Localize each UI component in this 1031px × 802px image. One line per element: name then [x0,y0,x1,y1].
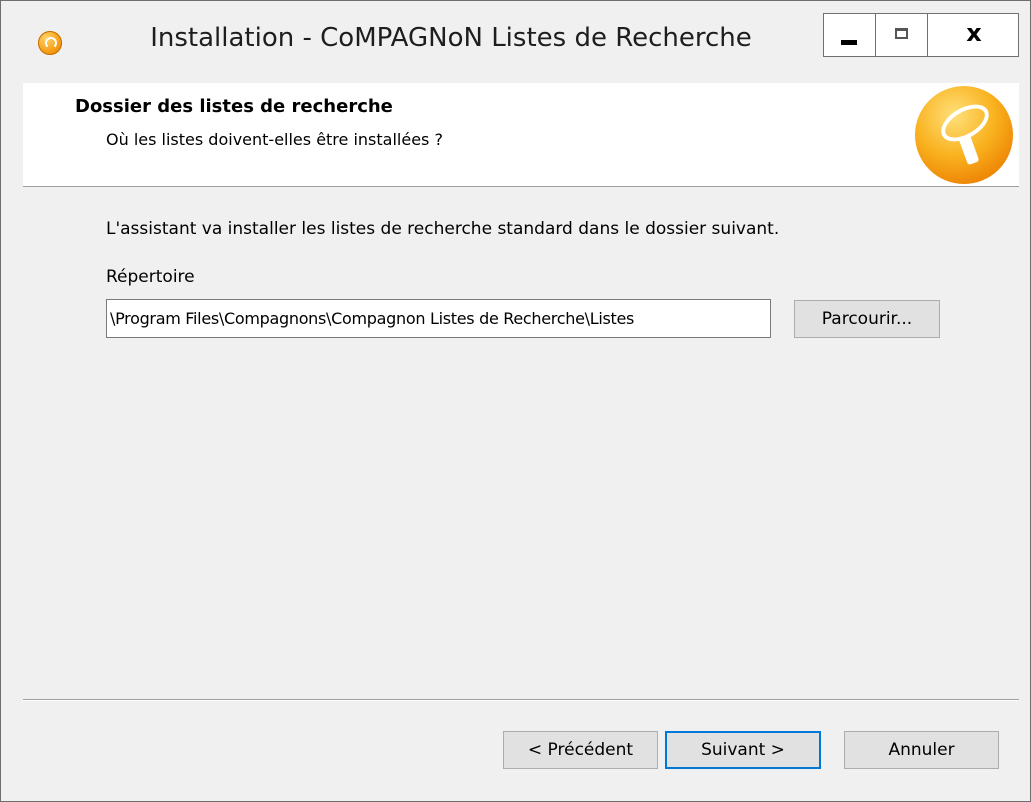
close-icon: x [966,19,982,47]
cancel-button[interactable]: Annuler [844,731,999,769]
window-title: Installation - CoMPAGNoN Listes de Reche… [150,23,752,53]
maximize-icon [895,28,908,39]
page-title: Dossier des listes de recherche [75,96,393,117]
back-button[interactable]: < Précédent [503,731,658,769]
wizard-header: Dossier des listes de recherche Où les l… [23,83,1019,187]
maximize-button[interactable] [875,13,927,57]
compagnon-logo-icon [915,86,1013,184]
close-button[interactable]: x [927,13,1019,57]
footer-separator [23,699,1019,701]
installer-window: Installation - CoMPAGNoN Listes de Reche… [0,0,1031,802]
browse-button[interactable]: Parcourir... [794,300,940,338]
page-subtitle: Où les listes doivent-elles être install… [106,130,443,149]
title-bar[interactable]: Installation - CoMPAGNoN Listes de Reche… [1,1,1030,86]
directory-label: Répertoire [106,267,195,287]
caption-buttons: x [823,13,1019,57]
next-button[interactable]: Suivant > [665,731,821,769]
minimize-button[interactable] [823,13,875,57]
directory-input[interactable] [106,299,771,338]
minimize-icon [841,40,857,45]
description-text: L'assistant va installer les listes de r… [106,219,780,239]
